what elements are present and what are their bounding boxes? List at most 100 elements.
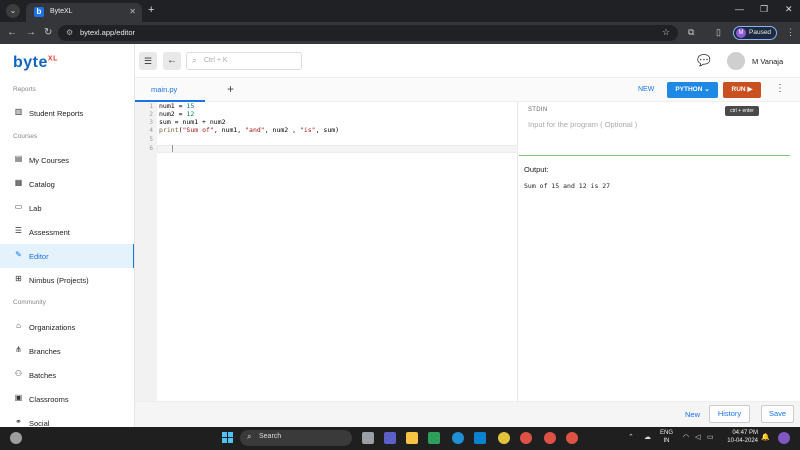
logo-text: byte	[13, 54, 48, 71]
back-nav-icon[interactable]: ←	[7, 27, 17, 38]
sidebar-item-student-reports[interactable]: ▥ Student Reports	[0, 101, 134, 125]
new-button[interactable]: New	[685, 410, 700, 419]
taskbar-search-label: Search	[259, 433, 282, 440]
tab-search-icon[interactable]: ⌄	[6, 4, 20, 18]
close-tab-icon[interactable]: ✕	[129, 7, 136, 16]
sidebar-item-nimbus-projects[interactable]: ⊞ Nimbus (Projects)	[0, 268, 134, 292]
browser-tab[interactable]: b ByteXL ✕	[26, 3, 142, 22]
sidebar-item-batches[interactable]: ⚇ Batches	[0, 363, 134, 387]
line-number: 4	[149, 127, 153, 134]
line-number: 1	[149, 103, 153, 110]
reload-icon[interactable]: ↻	[44, 27, 52, 38]
task-view-icon[interactable]	[362, 432, 374, 444]
sidebar-item-social[interactable]: ⚭ Social	[0, 411, 134, 428]
search-placeholder: Ctrl + K	[204, 57, 228, 64]
wifi-icon[interactable]: ◠	[683, 433, 689, 441]
play-icon: ▶	[747, 86, 753, 93]
laptop-icon: ▭	[14, 202, 23, 211]
chrome-active-icon[interactable]	[544, 432, 556, 444]
profile-button[interactable]: M Paused	[733, 26, 777, 40]
windows-start-icon[interactable]	[222, 432, 233, 443]
chat-icon[interactable]: 💬	[697, 54, 711, 67]
add-file-icon[interactable]: +	[227, 82, 234, 96]
user-name[interactable]: M Vanaja	[752, 57, 783, 66]
back-arrow-icon[interactable]: ←	[163, 52, 181, 70]
browser-menu-icon[interactable]: ⋮	[786, 27, 795, 38]
stdin-panel[interactable]: STDIN Input for the program ( Optional )	[519, 102, 790, 156]
battery-icon[interactable]: ▭	[707, 433, 714, 441]
sidebar-item-lab[interactable]: ▭ Lab	[0, 196, 134, 220]
menu-toggle-icon[interactable]: ☰	[139, 52, 157, 70]
new-file-button[interactable]: NEW	[638, 86, 654, 93]
notification-bell-icon[interactable]: 🔔	[761, 433, 770, 441]
url-text[interactable]: bytexl.app/editor	[80, 28, 135, 37]
code-line[interactable]: print("Sum of", num1, "and", num2 , "is"…	[159, 126, 339, 134]
store-icon[interactable]	[428, 432, 440, 444]
copilot-icon[interactable]	[778, 432, 790, 444]
section-community: Community	[13, 299, 46, 306]
tab-main-py[interactable]: main.py	[135, 78, 205, 102]
chrome-icon[interactable]	[520, 432, 532, 444]
mail-icon[interactable]	[474, 432, 486, 444]
new-tab-icon[interactable]: +	[148, 4, 154, 16]
file-explorer-icon[interactable]	[406, 432, 418, 444]
language-indicator[interactable]: ENG IN	[660, 429, 673, 445]
book-icon: ▤	[14, 154, 23, 163]
site-info-icon[interactable]: ⚙	[66, 28, 73, 37]
run-button[interactable]: RUN ▶	[723, 82, 761, 98]
code-line[interactable]: num1 = 15	[159, 102, 194, 110]
sidebar-item-my-courses[interactable]: ▤ My Courses	[0, 148, 134, 172]
sidebar-item-label: Assessment	[29, 228, 70, 237]
code-editor[interactable]: 1 2 3 4 5 6 num1 = 15 num2 = 12 sum = nu…	[135, 102, 518, 401]
code-line[interactable]: sum = num1 + num2	[159, 118, 226, 126]
code-line[interactable]: num2 = 12	[159, 110, 194, 118]
chevron-down-icon: ⌄	[704, 86, 710, 93]
sidebar-item-label: My Courses	[29, 156, 70, 165]
app-header: ☰ ← ⌕ Ctrl + K 💬 M Vanaja	[135, 44, 800, 78]
address-bar[interactable]: ⚙ bytexl.app/editor ☆	[58, 25, 678, 41]
avatar[interactable]	[727, 52, 745, 70]
file-tab-label: main.py	[151, 85, 178, 94]
sidebar-item-editor[interactable]: ✎ Editor	[0, 244, 134, 268]
cloud-icon[interactable]: ☁	[644, 433, 651, 441]
volume-icon[interactable]: ◁	[695, 433, 700, 441]
bookmark-star-icon[interactable]: ☆	[662, 27, 670, 38]
bytexl-logo[interactable]: byteXL	[13, 54, 58, 72]
line-number: 3	[149, 119, 153, 126]
restore-icon[interactable]: ❐	[760, 4, 768, 15]
taskbar-search[interactable]: ⌕ Search	[240, 430, 352, 446]
minimize-icon[interactable]: —	[735, 4, 744, 14]
profile-status: Paused	[749, 29, 772, 36]
sidebar-item-catalog[interactable]: ▦ Catalog	[0, 172, 134, 196]
sidebar-item-organizations[interactable]: ⌂ Organizations	[0, 315, 134, 339]
run-label: RUN	[731, 86, 746, 93]
history-button[interactable]: History	[709, 405, 750, 423]
language-select[interactable]: PYTHON ⌄	[667, 82, 718, 98]
app-icon[interactable]	[498, 432, 510, 444]
output-label: Output:	[524, 165, 549, 174]
save-button[interactable]: Save	[761, 405, 794, 423]
tray-chevron-icon[interactable]: ⌃	[628, 433, 634, 441]
assessment-icon: ☰	[14, 226, 23, 235]
teams-icon[interactable]	[384, 432, 396, 444]
close-window-icon[interactable]: ✕	[785, 4, 793, 15]
chrome-profile-icon[interactable]	[566, 432, 578, 444]
weather-icon[interactable]	[10, 432, 22, 444]
logo-sup: XL	[47, 55, 58, 63]
forward-nav-icon[interactable]: →	[26, 27, 36, 38]
more-options-icon[interactable]: ⋮	[775, 83, 785, 94]
sidepanel-icon[interactable]: ▯	[716, 27, 721, 38]
sidebar-item-classrooms[interactable]: ▣ Classrooms	[0, 387, 134, 411]
current-line-highlight	[157, 145, 518, 153]
extensions-icon[interactable]: ⧉	[688, 27, 694, 38]
search-input[interactable]: ⌕ Ctrl + K	[186, 52, 302, 70]
edge-icon[interactable]	[452, 432, 464, 444]
stdin-input[interactable]: Input for the program ( Optional )	[528, 120, 637, 129]
sidebar-item-assessment[interactable]: ☰ Assessment	[0, 220, 134, 244]
lang-bottom: IN	[663, 438, 670, 444]
line-number: 5	[149, 136, 153, 143]
clock[interactable]: 04:47 PM 10-04-2024	[720, 429, 758, 445]
sidebar-item-label: Classrooms	[29, 395, 69, 404]
sidebar-item-branches[interactable]: ⋔ Branches	[0, 339, 134, 363]
browser-tab-bar: ⌄ b ByteXL ✕ + — ❐ ✕	[0, 0, 800, 22]
